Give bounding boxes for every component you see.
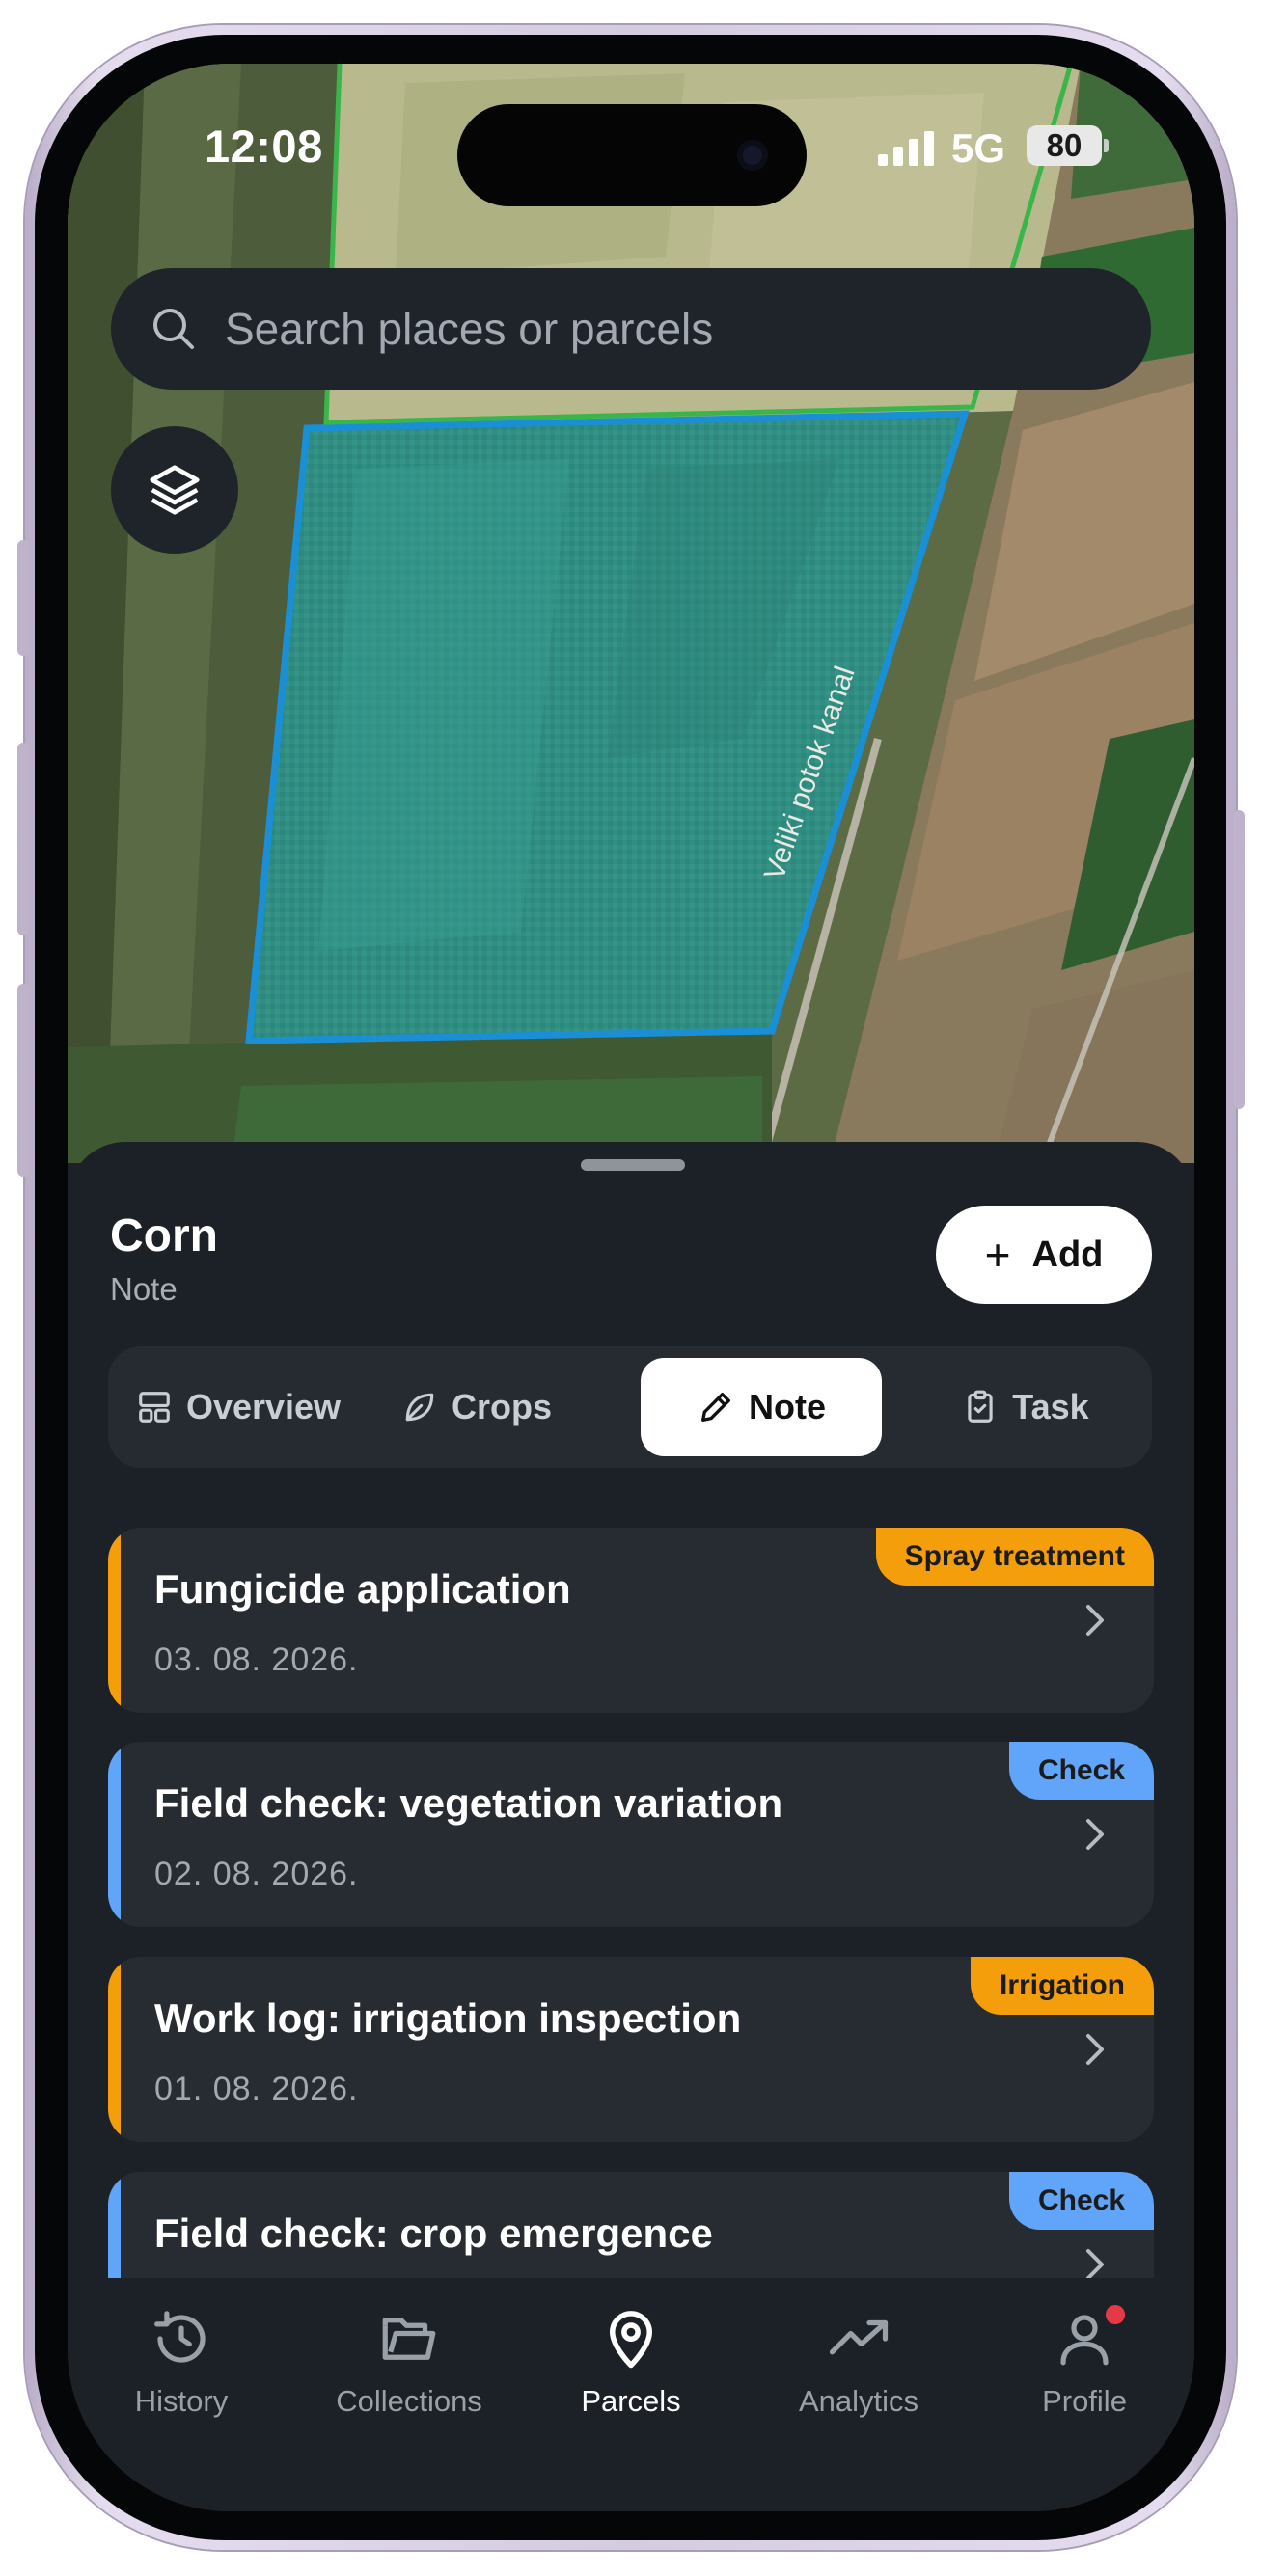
folder-icon [382,2318,436,2360]
leaf-icon [405,1393,434,1422]
tab-overview[interactable]: Overview [118,1358,359,1456]
signal-icon [878,131,934,166]
nav-analytics-label: Analytics [798,2384,919,2418]
parcel-title: Corn [110,1210,218,1261]
parcel-subtitle: Note [110,1271,178,1307]
battery-icon: 80 [1027,125,1109,166]
trend-icon [829,2319,889,2355]
note-category-badge: Spray treatment [875,1528,1154,1586]
dynamic-island [457,104,807,206]
note-color-stripe [108,1742,121,1927]
map-view[interactable]: Veliki potok kanal [68,64,1194,1163]
volume-up-button [17,743,29,935]
satellite-map [68,64,1194,1163]
layout-icon [139,1392,170,1423]
note-category-badge: Check [1008,1742,1154,1800]
nav-profile-label: Profile [1042,2384,1127,2418]
add-button-label: Add [1031,1234,1104,1275]
map-pin-icon [610,2311,652,2369]
add-button[interactable]: + Add [936,1206,1152,1304]
note-color-stripe [108,2172,121,2290]
sheet-drag-handle[interactable] [581,1159,685,1171]
nav-collections-label: Collections [336,2384,482,2418]
status-bar: 12:08 5G 80 [68,64,1194,208]
plus-icon: + [984,1230,1011,1280]
tab-overview-label: Overview [185,1387,342,1426]
nav-parcels-label: Parcels [581,2384,681,2418]
note-date: 01. 08. 2026. [154,2071,359,2107]
chevron-right-icon [1086,1605,1104,1636]
nav-history-label: History [134,2384,229,2418]
note-date: 02. 08. 2026. [154,1856,359,1892]
note-color-stripe [108,1957,121,2142]
note-title: Work log: irrigation inspection [154,1995,742,2041]
tab-crops[interactable]: Crops [370,1358,583,1456]
note-title: Fungicide application [154,1566,571,1612]
segmented-tabs: Overview Crops Note Task [108,1346,1152,1468]
nav-profile[interactable]: Profile [988,2278,1181,2423]
bottom-nav: History Collections Parcels Analytics Pr… [68,2278,1194,2511]
nav-collections[interactable]: Collections [313,2278,506,2423]
note-card[interactable]: Work log: irrigation inspection 01. 08. … [108,1957,1154,2142]
nav-history[interactable]: History [85,2278,278,2423]
note-title: Field check: crop emergence [154,2210,713,2256]
note-card[interactable]: Field check: vegetation variation 02. 08… [108,1742,1154,1927]
history-icon [154,2311,206,2363]
note-category-badge: Irrigation [970,1957,1154,2015]
status-time: 12:08 [205,121,323,172]
tab-note[interactable]: Note [641,1358,882,1456]
chevron-right-icon [1086,2034,1104,2065]
note-color-stripe [108,1528,121,1713]
nav-parcels[interactable]: Parcels [535,2278,727,2423]
layers-icon [150,465,200,515]
notes-list[interactable]: Fungicide application 03. 08. 2026. Spra… [108,1528,1154,2290]
note-date: 03. 08. 2026. [154,1641,359,1678]
search-bar[interactable] [111,268,1151,390]
tab-task-label: Task [1012,1387,1089,1426]
pencil-icon [701,1393,730,1422]
search-input[interactable] [225,297,1093,361]
volume-down-button [17,984,29,1177]
tab-note-label: Note [749,1387,826,1426]
screen: Veliki potok kanal 12:08 5G 80 Corn [68,64,1194,2511]
nav-analytics[interactable]: Analytics [762,2278,955,2423]
power-button [1233,810,1245,1109]
note-card[interactable]: Fungicide application 03. 08. 2026. Spra… [108,1528,1154,1713]
tab-task[interactable]: Task [915,1358,1137,1456]
camera-icon [737,140,768,171]
clipboard-check-icon [968,1390,993,1423]
note-card[interactable]: Field check: crop emergence Check [108,2172,1154,2290]
network-type: 5G [951,125,1006,171]
layers-button[interactable] [111,426,238,554]
note-category-badge: Check [1008,2172,1154,2230]
note-title: Field check: vegetation variation [154,1780,783,1826]
search-icon [153,309,194,349]
notification-dot [1106,2305,1125,2324]
action-button [17,540,29,656]
tab-crops-label: Crops [451,1387,552,1426]
chevron-right-icon [1086,1819,1104,1850]
